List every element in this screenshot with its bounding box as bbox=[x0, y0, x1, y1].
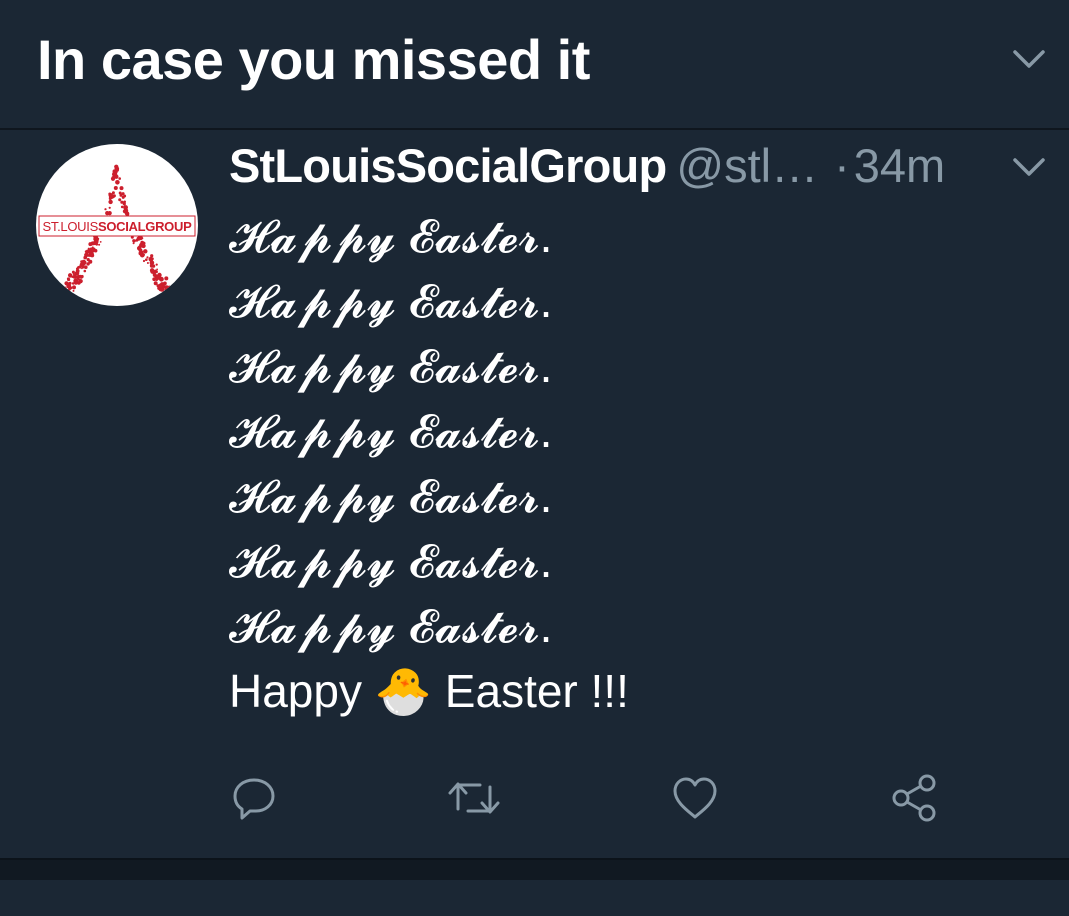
tweet-actions bbox=[0, 770, 1069, 830]
tweet-text-line: 𝓗𝓪𝓹𝓹𝔂 𝓔𝓪𝓼𝓽𝓮𝓻. bbox=[229, 405, 553, 457]
tweet-text-line: 𝓗𝓪𝓹𝓹𝔂 𝓔𝓪𝓼𝓽𝓮𝓻. bbox=[229, 340, 553, 392]
chevron-down-icon[interactable] bbox=[1012, 48, 1046, 70]
avatar[interactable]: ST.LOUISSOCIALGROUP bbox=[36, 144, 198, 306]
tweet-text-line: 𝓗𝓪𝓹𝓹𝔂 𝓔𝓪𝓼𝓽𝓮𝓻. bbox=[229, 600, 553, 652]
reply-icon bbox=[233, 778, 275, 820]
section-title: In case you missed it bbox=[37, 28, 590, 91]
share-icon bbox=[892, 774, 936, 822]
tweet-menu-chevron-icon[interactable] bbox=[1012, 156, 1046, 178]
tweet-text: 𝓗𝓪𝓹𝓹𝔂 𝓔𝓪𝓼𝓽𝓮𝓻. 𝓗𝓪𝓹𝓹𝔂 𝓔𝓪𝓼𝓽𝓮𝓻. 𝓗𝓪𝓹𝓹𝔂 𝓔𝓪𝓼𝓽𝓮𝓻… bbox=[229, 204, 1009, 724]
heart-icon bbox=[673, 777, 717, 819]
stlouis-social-group-logo: ST.LOUISSOCIALGROUP bbox=[38, 164, 196, 299]
share-button[interactable] bbox=[887, 770, 943, 826]
tweet-text-line: 𝓗𝓪𝓹𝓹𝔂 𝓔𝓪𝓼𝓽𝓮𝓻. bbox=[229, 210, 553, 262]
like-button[interactable] bbox=[667, 770, 723, 826]
retweet-button[interactable] bbox=[446, 770, 502, 826]
author-name[interactable]: StLouisSocialGroup bbox=[229, 139, 667, 192]
author-handle[interactable]: @stl… bbox=[676, 139, 818, 192]
tweet-header: StLouisSocialGroup @stl… ·34m bbox=[229, 140, 945, 192]
tweet-text-line: Happy 🐣 Easter !!! bbox=[229, 665, 629, 717]
tweet-card[interactable]: ST.LOUISSOCIALGROUP StLouisSocialGroup @s… bbox=[0, 130, 1069, 858]
tweet-text-line: 𝓗𝓪𝓹𝓹𝔂 𝓔𝓪𝓼𝓽𝓮𝓻. bbox=[229, 535, 553, 587]
timeline-header: In case you missed it bbox=[0, 0, 1069, 128]
reply-button[interactable] bbox=[226, 770, 282, 826]
retweet-icon bbox=[448, 782, 500, 814]
next-tweet-area bbox=[0, 880, 1069, 916]
svg-text:ST.LOUISSOCIALGROUP: ST.LOUISSOCIALGROUP bbox=[43, 219, 193, 234]
tweet-divider bbox=[0, 858, 1069, 880]
tweet-text-line: 𝓗𝓪𝓹𝓹𝔂 𝓔𝓪𝓼𝓽𝓮𝓻. bbox=[229, 275, 553, 327]
tweet-timestamp[interactable]: 34m bbox=[854, 139, 945, 192]
meta-separator: · bbox=[834, 139, 850, 192]
tweet-text-line: 𝓗𝓪𝓹𝓹𝔂 𝓔𝓪𝓼𝓽𝓮𝓻. bbox=[229, 470, 553, 522]
